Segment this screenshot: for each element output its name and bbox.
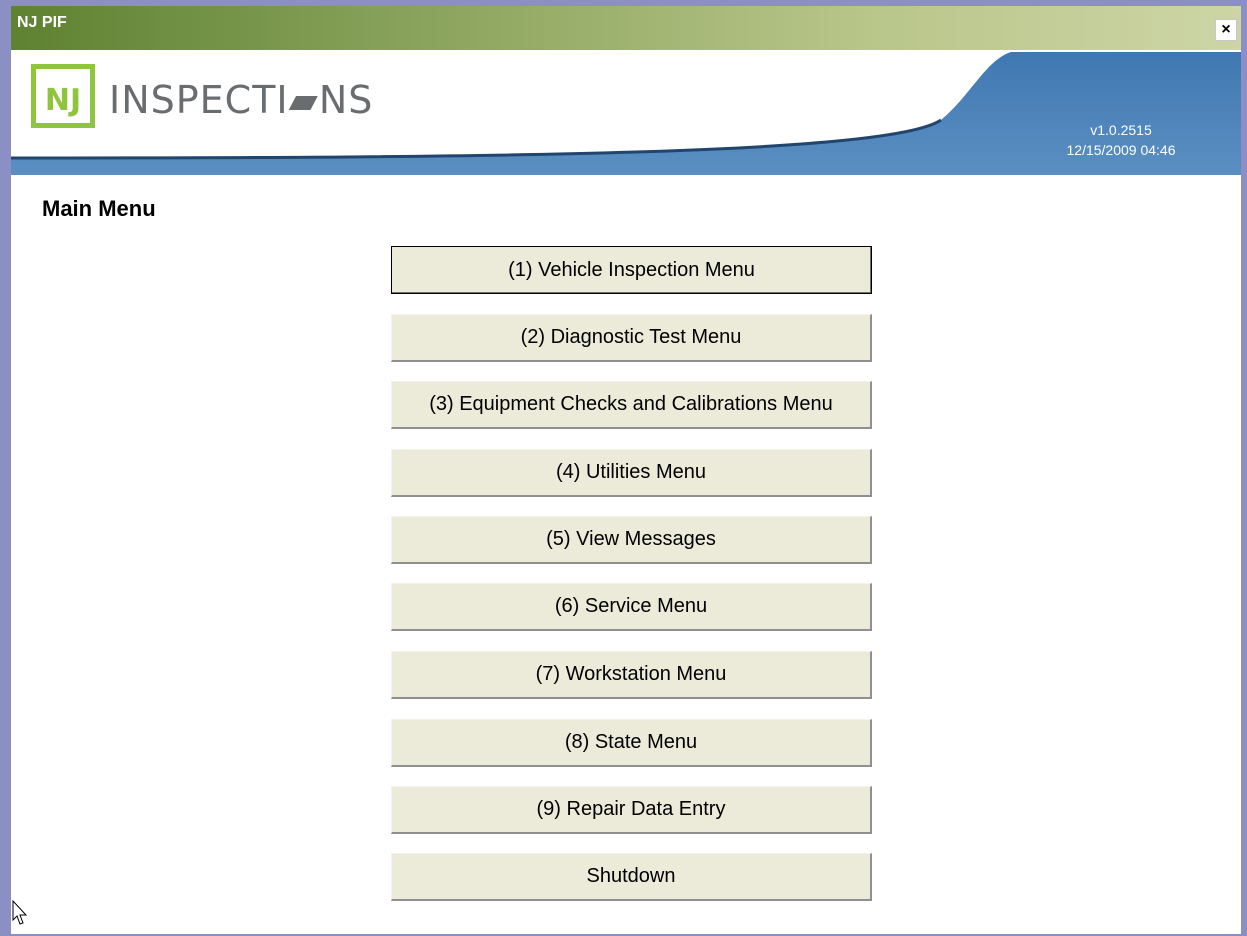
header-banner: NJ INSPECTI▰NS v1.0.2515 12/15/2009 04:4… — [11, 50, 1241, 175]
service-menu-button[interactable]: (6) Service Menu — [391, 583, 872, 631]
close-button[interactable]: × — [1215, 19, 1237, 41]
close-icon: × — [1221, 21, 1231, 38]
datetime-label: 12/15/2009 04:46 — [1066, 142, 1176, 158]
version-label: v1.0.2515 — [1090, 122, 1152, 138]
repair-data-entry-button[interactable]: (9) Repair Data Entry — [391, 786, 872, 834]
vehicle-inspection-menu-button[interactable]: (1) Vehicle Inspection Menu — [391, 246, 872, 294]
workstation-menu-button[interactable]: (7) Workstation Menu — [391, 651, 872, 699]
page-title: Main Menu — [42, 196, 156, 221]
state-menu-button[interactable]: (8) State Menu — [391, 719, 872, 767]
equipment-checks-menu-button[interactable]: (3) Equipment Checks and Calibrations Me… — [391, 381, 872, 429]
shutdown-button[interactable]: Shutdown — [391, 853, 872, 901]
nj-logo-text: NJ — [44, 83, 82, 118]
view-messages-button[interactable]: (5) View Messages — [391, 516, 872, 564]
brand-name: INSPECTI▰NS — [109, 78, 374, 122]
window-title: NJ PIF — [17, 14, 67, 31]
title-bar: NJ PIF × — [11, 6, 1241, 50]
utilities-menu-button[interactable]: (4) Utilities Menu — [391, 449, 872, 497]
diagnostic-test-menu-button[interactable]: (2) Diagnostic Test Menu — [391, 314, 872, 362]
version-info: v1.0.2515 12/15/2009 04:46 — [1041, 120, 1201, 160]
nj-logo-box: NJ — [31, 64, 95, 128]
mouse-cursor-icon — [12, 900, 28, 925]
